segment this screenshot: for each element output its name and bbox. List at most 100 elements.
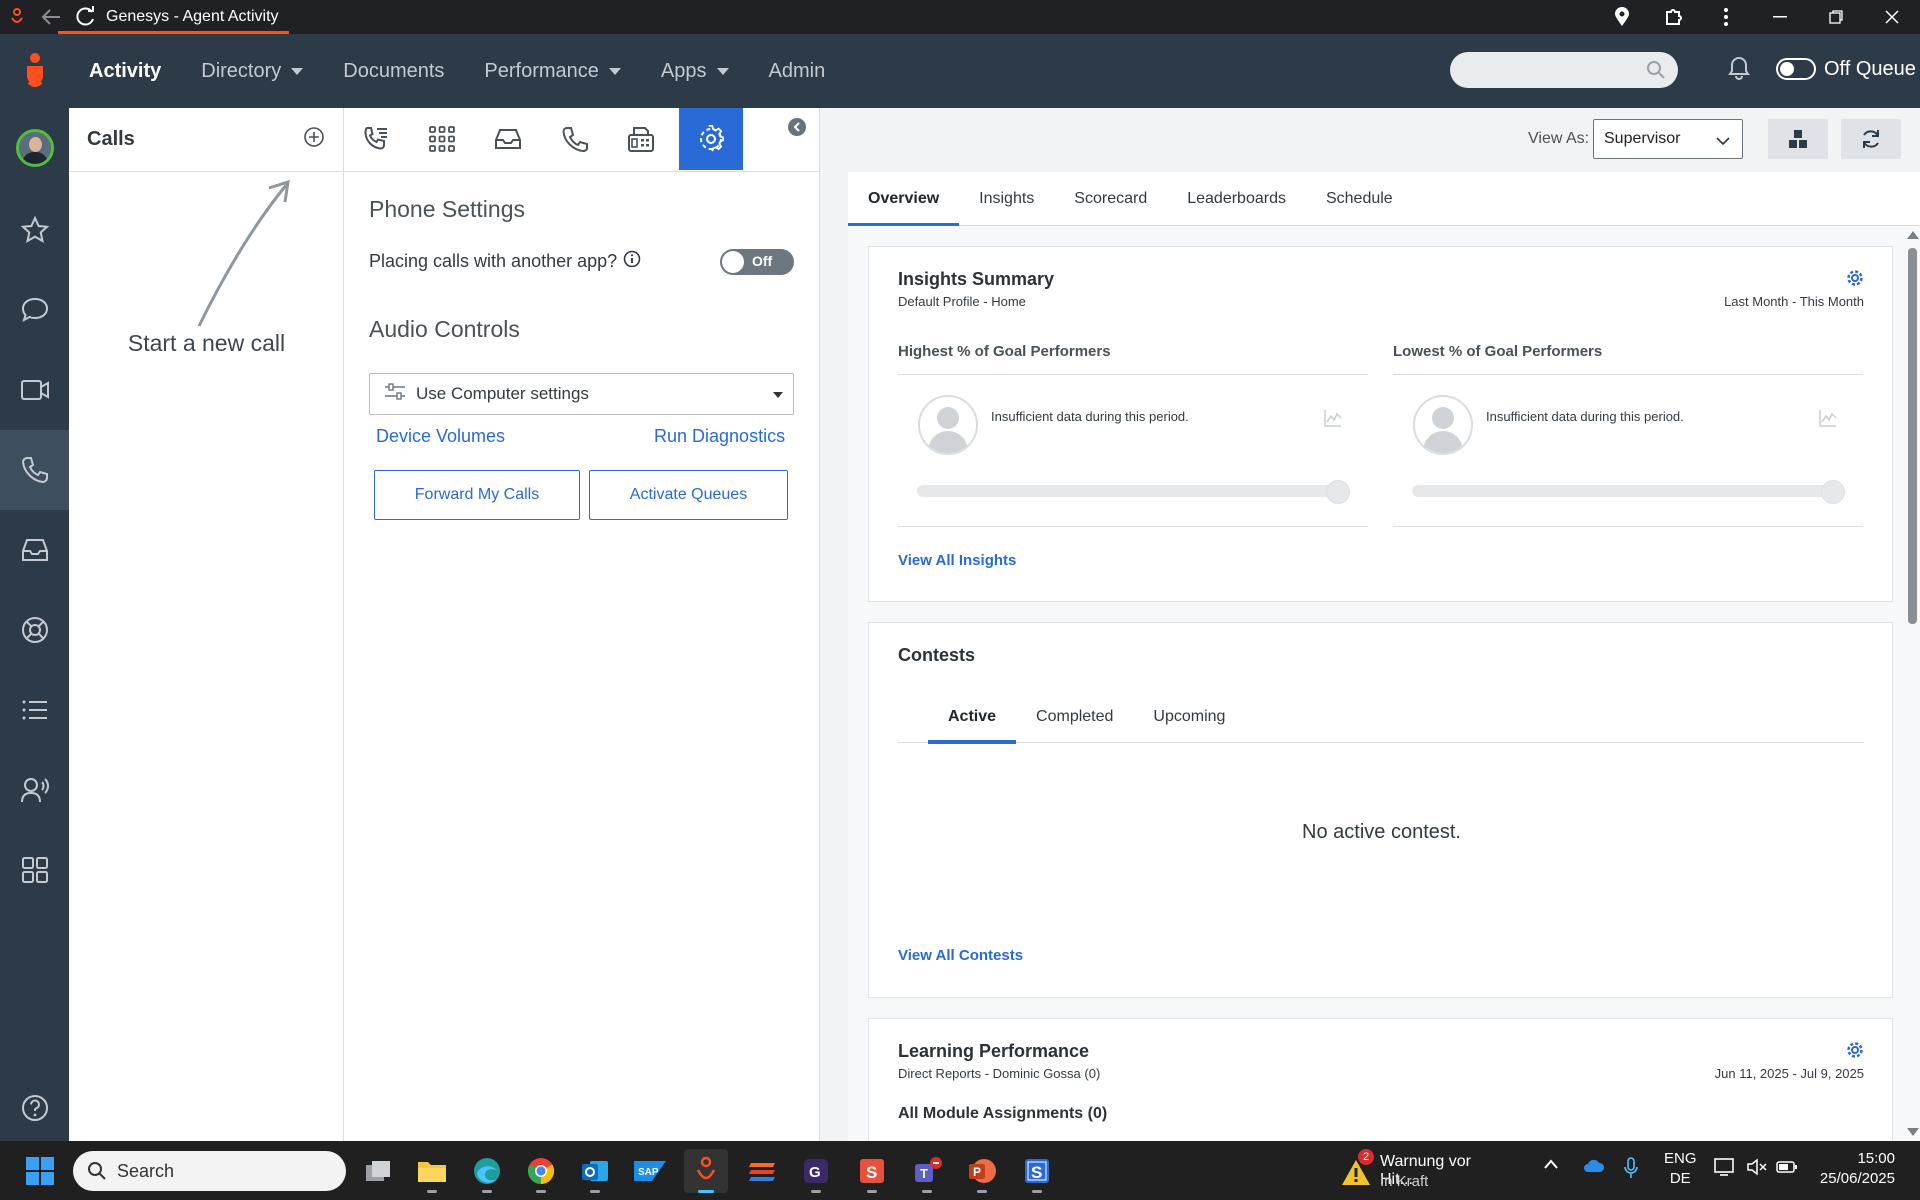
run-diagnostics-link[interactable]: Run Diagnostics bbox=[654, 426, 785, 447]
phone-icon[interactable] bbox=[543, 108, 607, 170]
powerpoint-icon[interactable]: P bbox=[960, 1149, 1004, 1193]
forward-my-calls-button[interactable]: Forward My Calls bbox=[374, 470, 580, 520]
settings-icon[interactable] bbox=[679, 108, 743, 170]
tab-upcoming-contests[interactable]: Upcoming bbox=[1133, 691, 1245, 743]
scroll-thumb[interactable] bbox=[1908, 248, 1917, 624]
view-as-select[interactable]: Supervisor bbox=[1593, 119, 1743, 159]
global-search-input[interactable] bbox=[1450, 52, 1678, 88]
fax-icon[interactable] bbox=[609, 108, 673, 170]
dropdown-arrow-icon bbox=[773, 392, 783, 398]
add-call-icon[interactable] bbox=[303, 126, 325, 153]
view-all-insights-link[interactable]: View All Insights bbox=[898, 552, 1016, 569]
nav-documents[interactable]: Documents bbox=[323, 34, 464, 108]
inbox-icon[interactable] bbox=[0, 510, 69, 590]
insights-title: Insights Summary bbox=[898, 269, 1055, 289]
device-volumes-link[interactable]: Device Volumes bbox=[376, 426, 505, 447]
refresh-icon[interactable] bbox=[68, 0, 102, 34]
tab-insights[interactable]: Insights bbox=[959, 172, 1054, 226]
stacked-app-icon[interactable] bbox=[740, 1149, 784, 1193]
lowest-performers-heading: Lowest % of Goal Performers bbox=[1393, 343, 1863, 375]
nav-performance[interactable]: Performance bbox=[464, 34, 641, 108]
phone-icon[interactable] bbox=[0, 430, 69, 510]
apps-icon[interactable] bbox=[0, 830, 69, 910]
view-all-contests-link[interactable]: View All Contests bbox=[898, 947, 1023, 964]
gear-icon[interactable] bbox=[1846, 1041, 1864, 1064]
s-red-app-icon[interactable]: S bbox=[850, 1149, 894, 1193]
tab-completed-contests[interactable]: Completed bbox=[1016, 691, 1133, 743]
genesys-taskbar-icon[interactable] bbox=[684, 1149, 728, 1193]
gear-icon[interactable] bbox=[1846, 269, 1864, 292]
info-icon[interactable] bbox=[623, 250, 641, 273]
more-menu-icon[interactable] bbox=[1700, 0, 1752, 34]
chevron-up-icon[interactable] bbox=[1543, 1157, 1559, 1173]
task-view-icon[interactable] bbox=[356, 1149, 400, 1193]
progress-knob bbox=[1326, 480, 1350, 504]
volume-muted-icon[interactable] bbox=[1746, 1157, 1768, 1180]
svg-text:T: T bbox=[920, 1166, 928, 1181]
help-icon[interactable] bbox=[0, 1068, 69, 1148]
lifebuoy-icon[interactable] bbox=[0, 590, 69, 670]
genesys-logo[interactable] bbox=[0, 34, 69, 108]
content-scrollbar[interactable] bbox=[1905, 226, 1920, 1141]
tab-active-contests[interactable]: Active bbox=[928, 691, 1017, 744]
call-list-icon[interactable] bbox=[344, 108, 408, 170]
battery-icon[interactable] bbox=[1776, 1157, 1798, 1180]
system-clock[interactable]: 15:00 25/06/2025 bbox=[1815, 1149, 1895, 1189]
outlook-icon[interactable] bbox=[573, 1149, 617, 1193]
collapse-panel-icon[interactable] bbox=[788, 118, 806, 136]
inbox-icon[interactable] bbox=[476, 108, 540, 170]
chrome-browser-icon[interactable] bbox=[519, 1149, 563, 1193]
refresh-button[interactable] bbox=[1841, 119, 1901, 159]
teams-icon[interactable]: T bbox=[905, 1149, 949, 1193]
file-explorer-icon[interactable] bbox=[410, 1149, 454, 1193]
close-icon[interactable] bbox=[1864, 0, 1920, 34]
nav-apps[interactable]: Apps bbox=[641, 34, 749, 108]
microphone-icon[interactable] bbox=[1624, 1157, 1638, 1182]
chat-icon[interactable] bbox=[0, 270, 69, 350]
back-icon[interactable] bbox=[34, 0, 68, 34]
input-language[interactable]: ENG DE bbox=[1664, 1149, 1697, 1189]
notifications-bell-icon[interactable] bbox=[1728, 56, 1750, 85]
tab-schedule[interactable]: Schedule bbox=[1306, 172, 1413, 226]
nav-activity[interactable]: Activity bbox=[69, 34, 181, 108]
sap-icon[interactable]: SAP bbox=[628, 1149, 672, 1193]
agent-voice-icon[interactable] bbox=[0, 750, 69, 830]
scroll-up-icon[interactable] bbox=[1907, 231, 1919, 239]
video-icon[interactable] bbox=[0, 350, 69, 430]
another-app-toggle[interactable]: Off bbox=[720, 249, 794, 275]
dialpad-icon[interactable] bbox=[410, 108, 474, 170]
list-icon[interactable] bbox=[0, 670, 69, 750]
lowest-performers: Lowest % of Goal Performers Insufficient… bbox=[1393, 343, 1863, 527]
sidebar-avatar[interactable] bbox=[0, 108, 69, 188]
calls-title: Calls bbox=[87, 128, 135, 150]
audio-settings-select[interactable]: Use Computer settings bbox=[369, 373, 794, 415]
scroll-down-icon[interactable] bbox=[1907, 1128, 1919, 1136]
main-content: View As: Supervisor Overview Insights Sc… bbox=[820, 108, 1920, 1141]
clock-time: 15:00 bbox=[1857, 1150, 1895, 1167]
star-icon[interactable] bbox=[0, 190, 69, 270]
g-app-icon[interactable]: G bbox=[794, 1149, 838, 1193]
minimize-icon[interactable] bbox=[1752, 0, 1808, 34]
extension-icon[interactable] bbox=[1648, 0, 1700, 34]
tab-scorecard[interactable]: Scorecard bbox=[1054, 172, 1167, 226]
location-icon[interactable] bbox=[1596, 0, 1648, 34]
onedrive-icon[interactable] bbox=[1583, 1157, 1605, 1176]
genesys-app-icon bbox=[0, 0, 34, 34]
tab-overview[interactable]: Overview bbox=[848, 172, 960, 227]
taskbar-search-input[interactable]: Search bbox=[73, 1151, 346, 1191]
edge-browser-icon[interactable] bbox=[465, 1149, 509, 1193]
s-blue-app-icon[interactable]: S bbox=[1015, 1149, 1059, 1193]
weather-warning-notification[interactable]: 2 Warnung vor Hit... In Kraft bbox=[1340, 1149, 1505, 1193]
top-navigation: Activity Directory Documents Performance… bbox=[0, 34, 1920, 108]
org-chart-button[interactable] bbox=[1768, 119, 1828, 159]
nav-directory[interactable]: Directory bbox=[181, 34, 323, 108]
activate-queues-button[interactable]: Activate Queues bbox=[589, 470, 788, 520]
restore-icon[interactable] bbox=[1808, 0, 1864, 34]
no-contest-text: No active contest. bbox=[1302, 821, 1461, 843]
queue-toggle[interactable] bbox=[1776, 58, 1816, 80]
nav-admin[interactable]: Admin bbox=[749, 34, 846, 108]
network-icon[interactable] bbox=[1714, 1157, 1736, 1180]
windows-start-icon[interactable] bbox=[18, 1149, 62, 1193]
tab-leaderboards[interactable]: Leaderboards bbox=[1167, 172, 1306, 226]
insights-subtitle: Default Profile - Home bbox=[898, 294, 1026, 309]
